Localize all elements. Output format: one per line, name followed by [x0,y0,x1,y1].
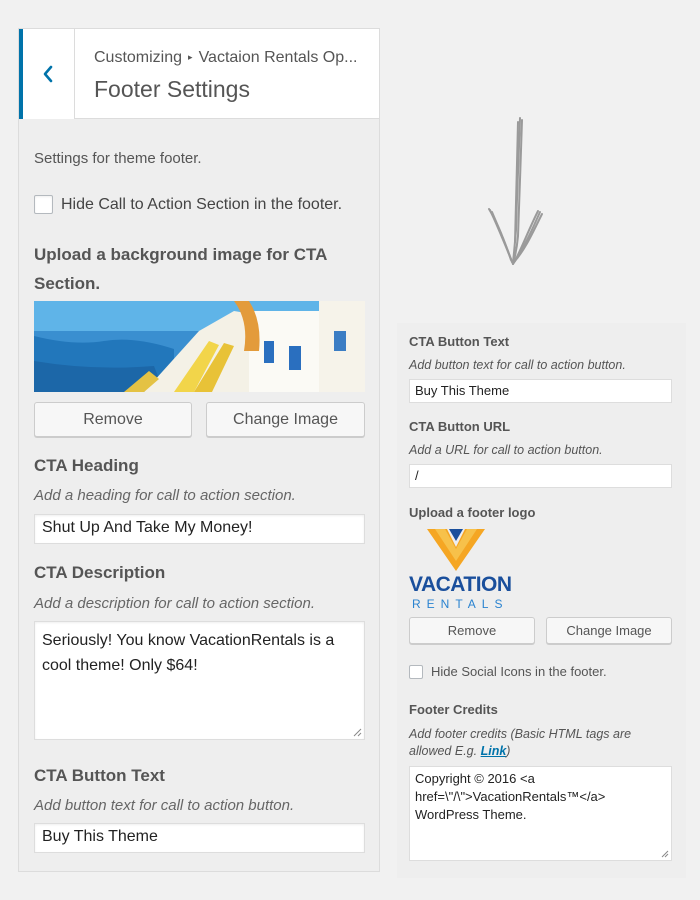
remove-bg-button[interactable]: Remove [34,402,192,437]
footer-logo-image: VACATION RENTALS [409,527,512,611]
footer-credits-textarea[interactable]: Copyright © 2016 <a href=\"/\">VacationR… [409,766,672,861]
hide-cta-label: Hide Call to Action Section in the foote… [61,195,343,213]
cta-heading-title: CTA Heading [34,456,139,475]
cta-description-text: Seriously! You know VacationRentals is a… [42,632,335,674]
change-bg-image-button[interactable]: Change Image [206,402,365,437]
rp-upload-logo-title: Upload a footer logo [409,505,536,520]
rp-change-logo-button[interactable]: Change Image [546,617,672,644]
cta-button-text-help: Add button text for call to action butto… [34,797,295,814]
vacation-rentals-logo-icon [427,529,485,571]
logo-line-2: RENTALS [412,597,509,611]
breadcrumb: Customizing ▸ Vactaion Rentals Op... [94,49,357,67]
rp-cta-button-text-title: CTA Button Text [409,334,510,349]
rp-remove-logo-button[interactable]: Remove [409,617,535,644]
hide-cta-row: Hide Call to Action Section in the foote… [34,195,342,217]
resize-handle-icon[interactable] [353,728,362,737]
cta-background-image [34,301,365,392]
hide-cta-checkbox[interactable] [34,195,53,214]
breadcrumb-separator-icon: ▸ [188,52,193,62]
cta-description-textarea[interactable]: Seriously! You know VacationRentals is a… [34,621,365,740]
rp-footer-credits-help: Add footer credits (Basic HTML tags are … [409,726,669,760]
rp-cta-button-url-title: CTA Button URL [409,419,511,434]
cta-button-text-input[interactable]: Buy This Theme [34,823,365,853]
footer-settings-zoom-panel: CTA Button Text Add button text for call… [397,323,686,878]
back-button[interactable] [19,29,75,119]
hide-social-checkbox[interactable] [409,665,423,679]
footer-credits-text: Copyright © 2016 <a href=\"/\">VacationR… [415,771,606,822]
logo-line-1: VACATION [409,573,512,596]
footer-credits-help-end: ) [506,744,511,758]
hide-social-label: Hide Social Icons in the footer. [431,664,607,679]
footer-credits-help-link[interactable]: Link [481,744,507,758]
cta-description-title: CTA Description [34,563,166,582]
chevron-left-icon [43,65,53,83]
breadcrumb-section: Vactaion Rentals Op... [198,49,358,66]
panel-header: Customizing ▸ Vactaion Rentals Op... Foote… [19,29,379,119]
resize-handle-icon[interactable] [661,850,669,858]
hand-drawn-arrow-down-icon [488,117,543,265]
cta-heading-help: Add a heading for call to action section… [34,487,296,504]
cta-button-text-title: CTA Button Text [34,766,165,785]
cta-heading-input[interactable]: Shut Up And Take My Money! [34,514,365,544]
customizer-panel: Customizing ▸ Vactaion Rentals Op... Foote… [18,28,380,872]
page-title: Footer Settings [94,76,250,102]
breadcrumb-root: Customizing [94,49,183,66]
rp-cta-button-url-help: Add a URL for call to action button. [409,443,603,457]
rp-cta-button-text-help: Add button text for call to action butto… [409,358,626,372]
rp-cta-button-text-input[interactable]: Buy This Theme [409,379,672,403]
cta-description-help: Add a description for call to action sec… [34,595,315,612]
rp-footer-credits-title: Footer Credits [409,702,498,717]
footer-credits-help-text: Add footer credits (Basic HTML tags are … [409,727,632,758]
section-description: Settings for theme footer. [34,150,202,167]
upload-bg-title: Upload a background image for CTA Sectio… [34,245,327,293]
rp-cta-button-url-input[interactable]: / [409,464,672,488]
